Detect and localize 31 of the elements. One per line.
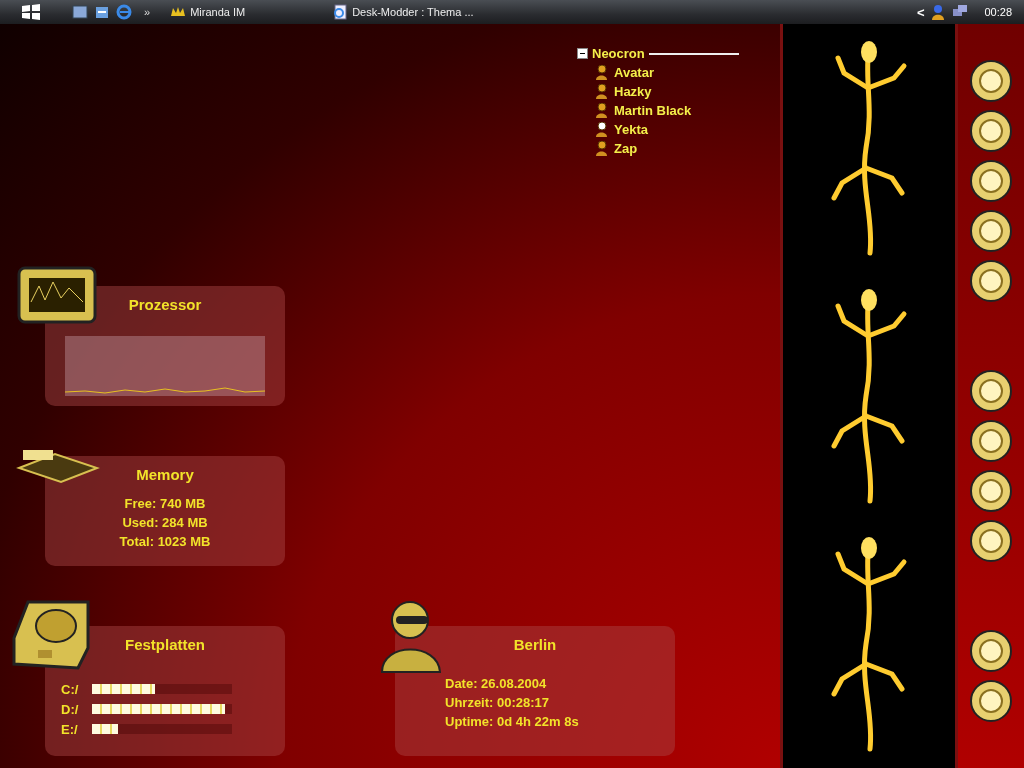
widget-title: Memory bbox=[136, 466, 194, 483]
contact-name[interactable]: Martin Black bbox=[614, 103, 692, 118]
time-stat: Uhrzeit: 00:28:17 bbox=[445, 695, 551, 710]
time-stat: Date: 26.08.2004 bbox=[445, 676, 548, 691]
desktop-icon[interactable] bbox=[72, 4, 88, 20]
memory-stat: Used: 284 MB bbox=[122, 515, 208, 530]
clock[interactable]: 00:28 bbox=[984, 6, 1012, 18]
folder-sync-icon[interactable] bbox=[94, 4, 110, 20]
drive-label: D:/ bbox=[61, 701, 79, 717]
taskbar-button[interactable]: Desk-Modder : Thema ... bbox=[328, 2, 478, 22]
memory-stat: Total: 1023 MB bbox=[119, 534, 211, 549]
time-stat: Uptime: 0d 4h 22m 8s bbox=[445, 714, 579, 729]
group-name[interactable]: Neocron bbox=[592, 46, 645, 61]
tray-toggle[interactable]: < bbox=[916, 4, 925, 20]
contact-name[interactable]: Yekta bbox=[614, 122, 648, 137]
contact-name[interactable]: Zap bbox=[614, 141, 638, 156]
memory-stat: Free: 740 MB bbox=[124, 496, 206, 511]
taskbar-button[interactable]: Miranda IM bbox=[166, 2, 325, 22]
collapse-icon[interactable] bbox=[577, 48, 588, 59]
contact-name[interactable]: Hazky bbox=[614, 84, 652, 99]
person-info-icon[interactable] bbox=[930, 4, 947, 20]
drive-label: E:/ bbox=[61, 721, 78, 737]
windows-logo-icon[interactable] bbox=[20, 3, 42, 21]
widget-title: Festplatten bbox=[125, 636, 205, 653]
more-chevron[interactable]: » bbox=[144, 6, 151, 18]
browser-e-icon[interactable] bbox=[116, 4, 132, 20]
contact-name[interactable]: Avatar bbox=[614, 65, 654, 80]
document-icon bbox=[332, 4, 349, 20]
drive-label: C:/ bbox=[61, 681, 79, 697]
widget-title: Berlin bbox=[513, 636, 557, 653]
widget-title: Prozessor bbox=[128, 296, 202, 313]
